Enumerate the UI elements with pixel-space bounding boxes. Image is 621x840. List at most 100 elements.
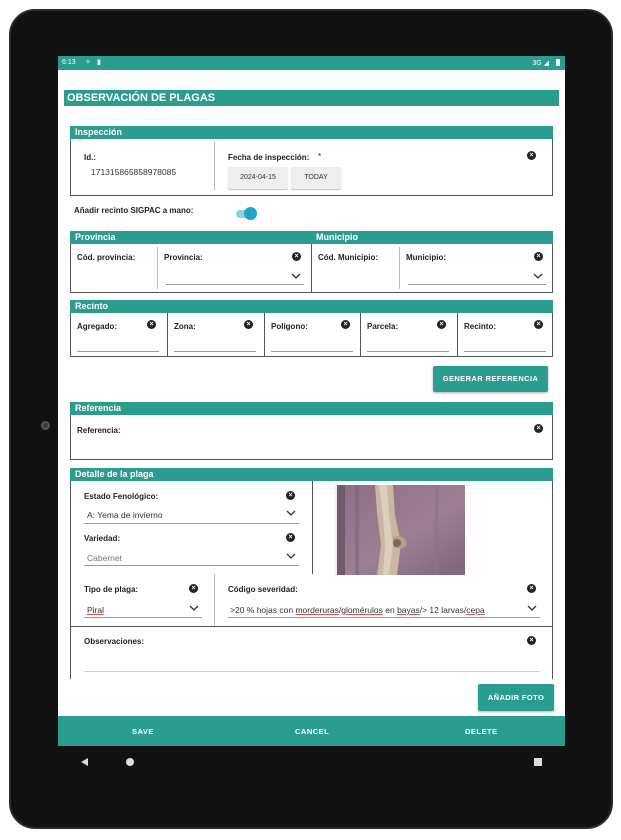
- chevron-down-icon[interactable]: [286, 552, 296, 560]
- recinto-label: Recinto:: [464, 322, 496, 331]
- provincia-select[interactable]: [166, 284, 304, 285]
- clear-circle-icon[interactable]: ×: [286, 491, 295, 500]
- app-screen: 6:13 ✧ ▮ 3G ◢ OBSERVACIÓN DE PLAGAS Insp…: [58, 56, 565, 746]
- anadir-foto-button[interactable]: AÑADIR FOTO: [478, 684, 554, 711]
- location-icon: ✧: [85, 59, 91, 66]
- status-time: 6:13: [62, 59, 76, 66]
- provincia-header: Provincia: [70, 231, 311, 244]
- variedad-select[interactable]: [84, 565, 299, 566]
- network-indicator: 3G ◢: [532, 60, 549, 67]
- page-title: OBSERVACIÓN DE PLAGAS: [64, 90, 559, 106]
- divider: [399, 247, 400, 289]
- fecha-label: Fecha de inspección:: [228, 153, 310, 162]
- municipio-select[interactable]: [408, 284, 546, 285]
- clear-circle-icon[interactable]: ×: [292, 252, 301, 261]
- estado-fenologico-select[interactable]: [84, 523, 299, 524]
- clear-circle-icon[interactable]: ×: [527, 584, 536, 593]
- save-button[interactable]: SAVE: [132, 727, 154, 736]
- required-mark: *: [318, 152, 322, 161]
- clear-circle-icon[interactable]: ×: [341, 320, 350, 329]
- divider: [360, 313, 361, 357]
- bottom-action-bar: SAVE CANCEL DELETE: [58, 716, 565, 746]
- clear-circle-icon[interactable]: ×: [147, 320, 156, 329]
- provincia-municipio-box: Cód. provincia: Provincia: × Cód. Munici…: [70, 244, 553, 293]
- status-bar: 6:13 ✧ ▮ 3G ◢: [58, 56, 565, 70]
- sigpac-toggle[interactable]: [244, 207, 257, 220]
- observaciones-label: Observaciones:: [84, 637, 145, 646]
- zona-input[interactable]: [174, 351, 256, 352]
- clear-circle-icon[interactable]: ×: [527, 151, 536, 160]
- clear-circle-icon[interactable]: ×: [244, 320, 253, 329]
- chevron-down-icon[interactable]: [189, 604, 199, 612]
- variedad-value: Cabernet: [87, 553, 122, 563]
- today-button[interactable]: TODAY: [291, 167, 341, 189]
- clear-circle-icon[interactable]: ×: [189, 584, 198, 593]
- chevron-down-icon[interactable]: [533, 272, 543, 280]
- divider: [457, 313, 458, 357]
- divider: [71, 626, 552, 627]
- clear-circle-icon[interactable]: ×: [534, 424, 543, 433]
- variedad-label: Variedad:: [84, 534, 121, 543]
- divider: [311, 244, 312, 293]
- referencia-label: Referencia:: [77, 426, 121, 435]
- recinto-input[interactable]: [464, 351, 546, 352]
- referencia-header: Referencia: [70, 402, 553, 415]
- clear-circle-icon[interactable]: ×: [534, 252, 543, 261]
- battery-icon: [556, 59, 560, 66]
- inspeccion-box: Id.: 17131586585897808​5 Fecha de inspec…: [70, 139, 553, 196]
- cod-provincia-label: Cód. provincia:: [77, 253, 136, 262]
- fecha-input[interactable]: 2024-04-15: [228, 167, 288, 189]
- id-label: Id.:: [84, 153, 96, 162]
- delete-button[interactable]: DELETE: [465, 727, 498, 736]
- camera-icon: [41, 421, 50, 430]
- detalle-header: Detalle de la plaga: [70, 468, 553, 481]
- municipio-label: Municipio:: [406, 253, 446, 262]
- id-value: 17131586585897808​5: [91, 167, 177, 177]
- divider: [214, 574, 215, 626]
- plaga-photo: [335, 485, 469, 575]
- codigo-severidad-label: Código severidad:: [228, 585, 298, 594]
- parcela-label: Parcela:: [367, 322, 399, 331]
- chevron-down-icon[interactable]: [286, 509, 296, 517]
- agregado-label: Agregado:: [77, 322, 117, 331]
- recents-nav-icon[interactable]: [533, 757, 543, 767]
- cancel-button[interactable]: CANCEL: [295, 727, 329, 736]
- back-nav-icon[interactable]: [80, 757, 90, 767]
- zona-label: Zona:: [174, 322, 196, 331]
- tipo-plaga-label: Tipo de plaga:: [84, 585, 139, 594]
- home-nav-icon[interactable]: [125, 757, 135, 767]
- inspeccion-header: Inspección: [70, 126, 553, 139]
- sigpac-label: Añadir recinto SIGPAC a mano:: [74, 206, 194, 215]
- recinto-header: Recinto: [70, 300, 553, 313]
- provincia-label: Provincia:: [164, 253, 203, 262]
- clear-circle-icon[interactable]: ×: [527, 636, 536, 645]
- clear-circle-icon[interactable]: ×: [286, 533, 295, 542]
- generar-referencia-button[interactable]: GENERAR REFERENCIA: [433, 366, 548, 392]
- sd-card-icon: ▮: [97, 59, 101, 66]
- tipo-plaga-select[interactable]: [84, 617, 202, 618]
- tipo-plaga-value: Piral: [87, 605, 105, 615]
- chevron-down-icon[interactable]: [527, 604, 537, 612]
- divider: [312, 481, 313, 574]
- clear-circle-icon[interactable]: ×: [437, 320, 446, 329]
- agregado-input[interactable]: [77, 351, 159, 352]
- estado-fenologico-label: Estado Fenológico:: [84, 492, 159, 501]
- cod-municipio-label: Cód. Municipio:: [318, 253, 378, 262]
- recinto-box: Agregado: × Zona: × Polígono: × Parcela:…: [70, 313, 553, 357]
- poligono-label: Polígono:: [271, 322, 308, 331]
- observaciones-input[interactable]: [84, 671, 540, 672]
- referencia-box: Referencia: ×: [70, 415, 553, 460]
- codigo-severidad-select[interactable]: [228, 617, 540, 618]
- chevron-down-icon[interactable]: [291, 272, 301, 280]
- divider: [264, 313, 265, 357]
- divider: [157, 247, 158, 289]
- municipio-header: Municipio: [311, 231, 553, 244]
- estado-fenologico-value: A: Yema de invierno: [87, 510, 163, 520]
- poligono-input[interactable]: [271, 351, 353, 352]
- clear-circle-icon[interactable]: ×: [534, 320, 543, 329]
- divider: [167, 313, 168, 357]
- detalle-box: Estado Fenológico: × A: Yema de invierno…: [70, 481, 553, 679]
- parcela-input[interactable]: [367, 351, 449, 352]
- codigo-severidad-value: >20 % hojas con morderuras/glomérulos en…: [230, 605, 485, 615]
- divider: [214, 142, 215, 190]
